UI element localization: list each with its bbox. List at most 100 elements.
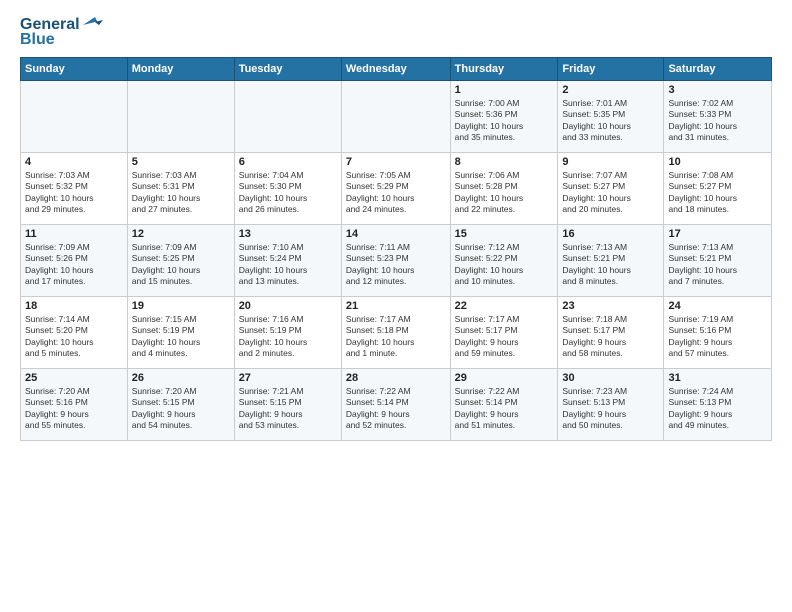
header: General Blue (20, 16, 772, 49)
week-row-0: 1 Sunrise: 7:00 AM Sunset: 5:36 PM Daylig… (21, 81, 772, 153)
header-cell-wednesday: Wednesday (341, 58, 450, 81)
day-info: Sunrise: 7:06 AM Sunset: 5:28 PM Dayligh… (455, 170, 554, 216)
day-info: Sunrise: 7:17 AM Sunset: 5:18 PM Dayligh… (346, 314, 446, 360)
week-row-3: 18 Sunrise: 7:14 AM Sunset: 5:20 PM Dayli… (21, 297, 772, 369)
day-info: Sunrise: 7:03 AM Sunset: 5:31 PM Dayligh… (132, 170, 230, 216)
day-info: Sunrise: 7:17 AM Sunset: 5:17 PM Dayligh… (455, 314, 554, 360)
day-cell: 11 Sunrise: 7:09 AM Sunset: 5:26 PM Dayli… (21, 225, 128, 297)
day-info: Sunrise: 7:13 AM Sunset: 5:21 PM Dayligh… (668, 242, 767, 288)
header-cell-tuesday: Tuesday (234, 58, 341, 81)
day-info: Sunrise: 7:22 AM Sunset: 5:14 PM Dayligh… (346, 386, 446, 432)
day-cell: 22 Sunrise: 7:17 AM Sunset: 5:17 PM Dayli… (450, 297, 558, 369)
logo: General Blue (20, 16, 103, 49)
day-number: 3 (668, 84, 767, 96)
day-cell: 24 Sunrise: 7:19 AM Sunset: 5:16 PM Dayli… (664, 297, 772, 369)
day-number: 11 (25, 228, 123, 240)
day-cell (341, 81, 450, 153)
day-number: 27 (239, 372, 337, 384)
day-cell (234, 81, 341, 153)
day-info: Sunrise: 7:22 AM Sunset: 5:14 PM Dayligh… (455, 386, 554, 432)
day-info: Sunrise: 7:01 AM Sunset: 5:35 PM Dayligh… (562, 98, 659, 144)
calendar-header: SundayMondayTuesdayWednesdayThursdayFrid… (21, 58, 772, 81)
day-info: Sunrise: 7:23 AM Sunset: 5:13 PM Dayligh… (562, 386, 659, 432)
day-cell: 26 Sunrise: 7:20 AM Sunset: 5:15 PM Dayli… (127, 369, 234, 441)
day-number: 30 (562, 372, 659, 384)
day-cell: 30 Sunrise: 7:23 AM Sunset: 5:13 PM Dayli… (558, 369, 664, 441)
day-number: 21 (346, 300, 446, 312)
header-row: SundayMondayTuesdayWednesdayThursdayFrid… (21, 58, 772, 81)
day-info: Sunrise: 7:08 AM Sunset: 5:27 PM Dayligh… (668, 170, 767, 216)
day-cell: 31Sunrise: 7:24 AM Sunset: 5:13 PM Dayli… (664, 369, 772, 441)
header-cell-sunday: Sunday (21, 58, 128, 81)
day-number: 17 (668, 228, 767, 240)
day-number: 31 (668, 372, 767, 384)
logo-blue: Blue (20, 31, 55, 49)
day-info: Sunrise: 7:09 AM Sunset: 5:26 PM Dayligh… (25, 242, 123, 288)
day-info: Sunrise: 7:13 AM Sunset: 5:21 PM Dayligh… (562, 242, 659, 288)
logo-bird-icon (83, 17, 103, 33)
day-number: 8 (455, 156, 554, 168)
day-cell: 7Sunrise: 7:05 AM Sunset: 5:29 PM Daylig… (341, 153, 450, 225)
day-info: Sunrise: 7:15 AM Sunset: 5:19 PM Dayligh… (132, 314, 230, 360)
week-row-2: 11 Sunrise: 7:09 AM Sunset: 5:26 PM Dayli… (21, 225, 772, 297)
day-cell: 3 Sunrise: 7:02 AM Sunset: 5:33 PM Daylig… (664, 81, 772, 153)
day-number: 12 (132, 228, 230, 240)
header-cell-friday: Friday (558, 58, 664, 81)
week-row-1: 4 Sunrise: 7:03 AM Sunset: 5:32 PM Daylig… (21, 153, 772, 225)
calendar-body: 1 Sunrise: 7:00 AM Sunset: 5:36 PM Daylig… (21, 81, 772, 441)
day-number: 24 (668, 300, 767, 312)
day-number: 5 (132, 156, 230, 168)
day-cell: 29 Sunrise: 7:22 AM Sunset: 5:14 PM Dayli… (450, 369, 558, 441)
day-number: 23 (562, 300, 659, 312)
day-info: Sunrise: 7:20 AM Sunset: 5:15 PM Dayligh… (132, 386, 230, 432)
day-info: Sunrise: 7:12 AM Sunset: 5:22 PM Dayligh… (455, 242, 554, 288)
day-number: 15 (455, 228, 554, 240)
page: General Blue SundayMondayTuesdayWednesda… (0, 0, 792, 612)
day-cell: 23 Sunrise: 7:18 AM Sunset: 5:17 PM Dayli… (558, 297, 664, 369)
day-cell: 6Sunrise: 7:04 AM Sunset: 5:30 PM Daylig… (234, 153, 341, 225)
day-number: 6 (239, 156, 337, 168)
day-number: 25 (25, 372, 123, 384)
day-info: Sunrise: 7:14 AM Sunset: 5:20 PM Dayligh… (25, 314, 123, 360)
day-info: Sunrise: 7:05 AM Sunset: 5:29 PM Dayligh… (346, 170, 446, 216)
day-number: 16 (562, 228, 659, 240)
header-cell-monday: Monday (127, 58, 234, 81)
day-number: 14 (346, 228, 446, 240)
day-cell: 25Sunrise: 7:20 AM Sunset: 5:16 PM Dayli… (21, 369, 128, 441)
day-number: 26 (132, 372, 230, 384)
day-cell: 16 Sunrise: 7:13 AM Sunset: 5:21 PM Dayli… (558, 225, 664, 297)
day-info: Sunrise: 7:10 AM Sunset: 5:24 PM Dayligh… (239, 242, 337, 288)
day-number: 28 (346, 372, 446, 384)
day-number: 10 (668, 156, 767, 168)
day-number: 4 (25, 156, 123, 168)
day-cell: 8 Sunrise: 7:06 AM Sunset: 5:28 PM Daylig… (450, 153, 558, 225)
day-cell: 12 Sunrise: 7:09 AM Sunset: 5:25 PM Dayli… (127, 225, 234, 297)
day-cell: 17 Sunrise: 7:13 AM Sunset: 5:21 PM Dayli… (664, 225, 772, 297)
day-info: Sunrise: 7:03 AM Sunset: 5:32 PM Dayligh… (25, 170, 123, 216)
day-cell: 18 Sunrise: 7:14 AM Sunset: 5:20 PM Dayli… (21, 297, 128, 369)
day-info: Sunrise: 7:21 AM Sunset: 5:15 PM Dayligh… (239, 386, 337, 432)
day-info: Sunrise: 7:18 AM Sunset: 5:17 PM Dayligh… (562, 314, 659, 360)
calendar-table: SundayMondayTuesdayWednesdayThursdayFrid… (20, 57, 772, 441)
day-number: 18 (25, 300, 123, 312)
day-cell: 9Sunrise: 7:07 AM Sunset: 5:27 PM Daylig… (558, 153, 664, 225)
day-number: 1 (455, 84, 554, 96)
day-info: Sunrise: 7:00 AM Sunset: 5:36 PM Dayligh… (455, 98, 554, 144)
day-number: 20 (239, 300, 337, 312)
day-cell: 27 Sunrise: 7:21 AM Sunset: 5:15 PM Dayli… (234, 369, 341, 441)
day-info: Sunrise: 7:09 AM Sunset: 5:25 PM Dayligh… (132, 242, 230, 288)
day-info: Sunrise: 7:16 AM Sunset: 5:19 PM Dayligh… (239, 314, 337, 360)
day-number: 29 (455, 372, 554, 384)
day-number: 22 (455, 300, 554, 312)
day-cell: 15 Sunrise: 7:12 AM Sunset: 5:22 PM Dayli… (450, 225, 558, 297)
day-info: Sunrise: 7:02 AM Sunset: 5:33 PM Dayligh… (668, 98, 767, 144)
day-cell: 28 Sunrise: 7:22 AM Sunset: 5:14 PM Dayli… (341, 369, 450, 441)
day-cell (21, 81, 128, 153)
header-cell-thursday: Thursday (450, 58, 558, 81)
day-number: 2 (562, 84, 659, 96)
day-cell: 13Sunrise: 7:10 AM Sunset: 5:24 PM Dayli… (234, 225, 341, 297)
day-cell: 1 Sunrise: 7:00 AM Sunset: 5:36 PM Daylig… (450, 81, 558, 153)
day-cell: 5 Sunrise: 7:03 AM Sunset: 5:31 PM Daylig… (127, 153, 234, 225)
day-info: Sunrise: 7:19 AM Sunset: 5:16 PM Dayligh… (668, 314, 767, 360)
day-number: 9 (562, 156, 659, 168)
